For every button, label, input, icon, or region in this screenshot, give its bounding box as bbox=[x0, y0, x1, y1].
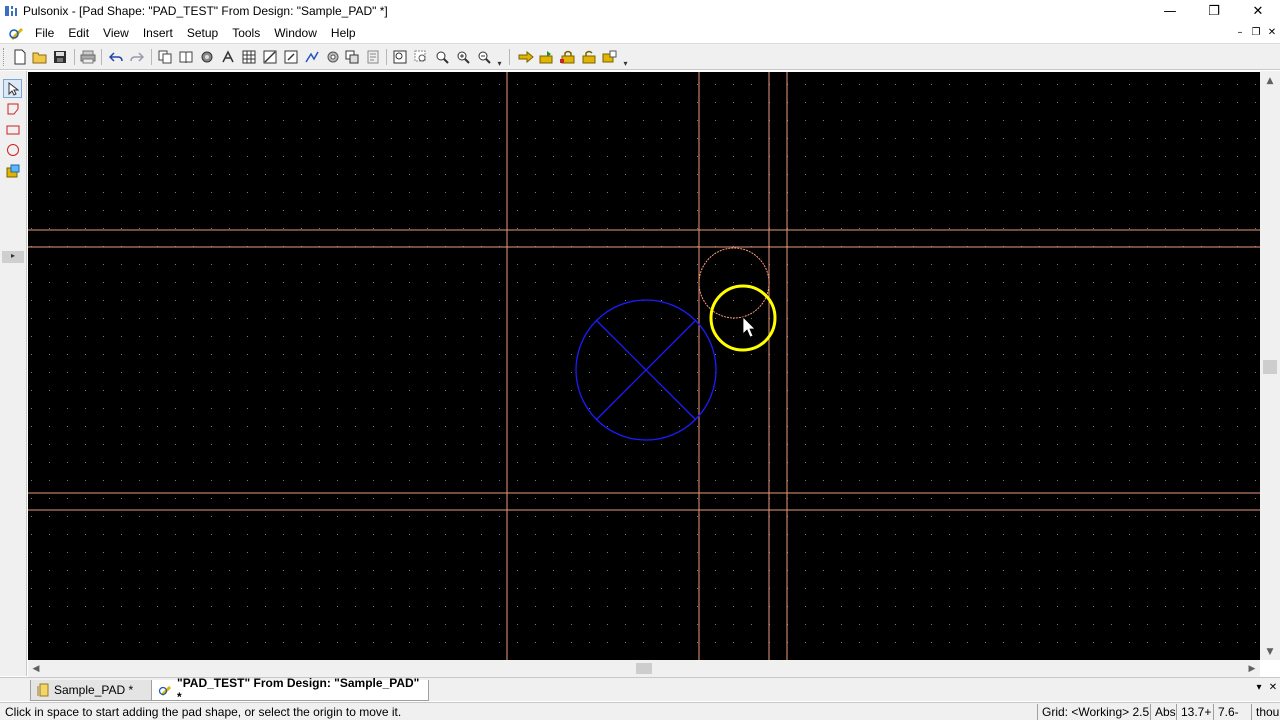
circle-icon[interactable] bbox=[3, 140, 22, 159]
move-right-icon[interactable] bbox=[517, 48, 535, 66]
shape-fill-icon[interactable] bbox=[3, 161, 22, 180]
grid-dots bbox=[28, 72, 1260, 660]
zoom-window-icon[interactable] bbox=[433, 48, 451, 66]
status-message: Click in space to start adding the pad s… bbox=[5, 705, 402, 719]
pulsonix-app-icon[interactable] bbox=[3, 3, 19, 19]
vertical-scroll-thumb[interactable] bbox=[1263, 360, 1277, 374]
menu-view[interactable]: View bbox=[96, 23, 136, 43]
left-toolbar-overflow-chevron-icon[interactable]: ▸ bbox=[2, 251, 24, 263]
toolbar-overflow-chevron-icon[interactable]: ▾ bbox=[621, 48, 630, 68]
close-button[interactable]: ✕ bbox=[1236, 0, 1280, 22]
undo-icon[interactable] bbox=[107, 48, 125, 66]
new-file-icon[interactable] bbox=[11, 48, 29, 66]
via-icon[interactable] bbox=[324, 48, 342, 66]
net-icon[interactable] bbox=[219, 48, 237, 66]
scroll-up-arrow-icon[interactable]: ▲ bbox=[1260, 73, 1280, 89]
tab-pad-test[interactable]: "PAD_TEST" From Design: "Sample_PAD" * bbox=[151, 676, 429, 704]
document-tab-bar: Sample_PAD * "PAD_TEST" From Design: "Sa… bbox=[0, 676, 1280, 704]
scroll-left-arrow-icon[interactable]: ◀ bbox=[28, 660, 44, 677]
rectangle-icon[interactable] bbox=[3, 120, 22, 139]
canvas-drawing[interactable] bbox=[28, 72, 1260, 660]
zoom-in-icon[interactable] bbox=[454, 48, 472, 66]
menu-file[interactable]: File bbox=[28, 23, 61, 43]
copy-icon[interactable] bbox=[156, 48, 174, 66]
status-bar: Click in space to start adding the pad s… bbox=[0, 702, 1280, 720]
mdi-restore-button[interactable]: ❐ bbox=[1248, 27, 1264, 38]
zoom-all-icon[interactable] bbox=[391, 48, 409, 66]
select-pointer-icon[interactable] bbox=[3, 79, 22, 98]
tab-controls: ▾ ✕ bbox=[1252, 682, 1280, 693]
maximize-button[interactable]: ❐ bbox=[1192, 0, 1236, 22]
main-toolbar: ▾ ▾ bbox=[0, 43, 1280, 70]
design-document-icon bbox=[37, 683, 49, 697]
vertical-scrollbar[interactable]: ▲ ▼ bbox=[1260, 71, 1280, 660]
select-icon[interactable] bbox=[282, 48, 300, 66]
zoom-out-icon[interactable] bbox=[475, 48, 493, 66]
report-icon[interactable] bbox=[364, 48, 382, 66]
book-icon[interactable] bbox=[177, 48, 195, 66]
save-icon[interactable] bbox=[51, 48, 69, 66]
lock-icon[interactable] bbox=[559, 48, 577, 66]
tab-close-icon[interactable]: ✕ bbox=[1266, 682, 1280, 693]
units-status[interactable]: thou bbox=[1251, 704, 1280, 720]
insert-icon[interactable] bbox=[538, 48, 556, 66]
component-icon[interactable] bbox=[198, 48, 216, 66]
grid-status[interactable]: Grid: <Working> 2.5 bbox=[1037, 704, 1149, 720]
route-icon[interactable] bbox=[303, 48, 321, 66]
menu-insert[interactable]: Insert bbox=[136, 23, 180, 43]
menu-window[interactable]: Window bbox=[267, 23, 324, 43]
tab-label: Sample_PAD * bbox=[54, 683, 134, 697]
drawing-toolbar: ▸ bbox=[0, 71, 27, 676]
align-icon[interactable] bbox=[601, 48, 619, 66]
title-bar: Pulsonix - [Pad Shape: "PAD_TEST" From D… bbox=[0, 0, 1280, 22]
coordinate-mode-status[interactable]: Abs bbox=[1150, 704, 1176, 720]
menu-tools[interactable]: Tools bbox=[225, 23, 267, 43]
document-pad-icon[interactable] bbox=[6, 23, 28, 43]
menu-bar: File Edit View Insert Setup Tools Window… bbox=[0, 22, 1280, 43]
menu-help[interactable]: Help bbox=[324, 23, 363, 43]
grid-icon[interactable] bbox=[240, 48, 258, 66]
polygon-icon[interactable] bbox=[3, 99, 22, 118]
zoom-area-icon[interactable] bbox=[412, 48, 430, 66]
scroll-right-arrow-icon[interactable]: ▶ bbox=[1244, 660, 1260, 677]
open-folder-icon[interactable] bbox=[31, 48, 49, 66]
scroll-down-arrow-icon[interactable]: ▼ bbox=[1260, 644, 1280, 660]
tab-list-dropdown-icon[interactable]: ▾ bbox=[1252, 682, 1266, 693]
y-coordinate-status: 7.6- bbox=[1213, 704, 1251, 720]
horizontal-scroll-thumb[interactable] bbox=[636, 663, 652, 674]
menu-edit[interactable]: Edit bbox=[61, 23, 96, 43]
redo-icon[interactable] bbox=[128, 48, 146, 66]
measure-icon[interactable] bbox=[261, 48, 279, 66]
tab-label: "PAD_TEST" From Design: "Sample_PAD" * bbox=[177, 676, 420, 704]
print-icon[interactable] bbox=[79, 48, 97, 66]
pad-shape-document-icon bbox=[158, 683, 172, 697]
layers-icon[interactable] bbox=[343, 48, 361, 66]
toolbar-overflow-chevron-icon[interactable]: ▾ bbox=[495, 48, 504, 68]
horizontal-scrollbar[interactable]: ◀ ▶ bbox=[28, 660, 1260, 677]
menu-setup[interactable]: Setup bbox=[180, 23, 225, 43]
toolbar-grip[interactable] bbox=[3, 48, 6, 66]
minimize-button[interactable]: — bbox=[1148, 0, 1192, 22]
mdi-close-button[interactable]: ✕ bbox=[1264, 27, 1280, 38]
unlock-icon[interactable] bbox=[580, 48, 598, 66]
mdi-minimize-button[interactable]: – bbox=[1232, 27, 1248, 38]
design-canvas[interactable] bbox=[28, 72, 1260, 660]
mdi-controls: – ❐ ✕ bbox=[1232, 22, 1280, 43]
x-coordinate-status: 13.7+ bbox=[1176, 704, 1213, 720]
tab-sample-pad[interactable]: Sample_PAD * bbox=[30, 680, 152, 701]
window-title: Pulsonix - [Pad Shape: "PAD_TEST" From D… bbox=[23, 4, 388, 18]
